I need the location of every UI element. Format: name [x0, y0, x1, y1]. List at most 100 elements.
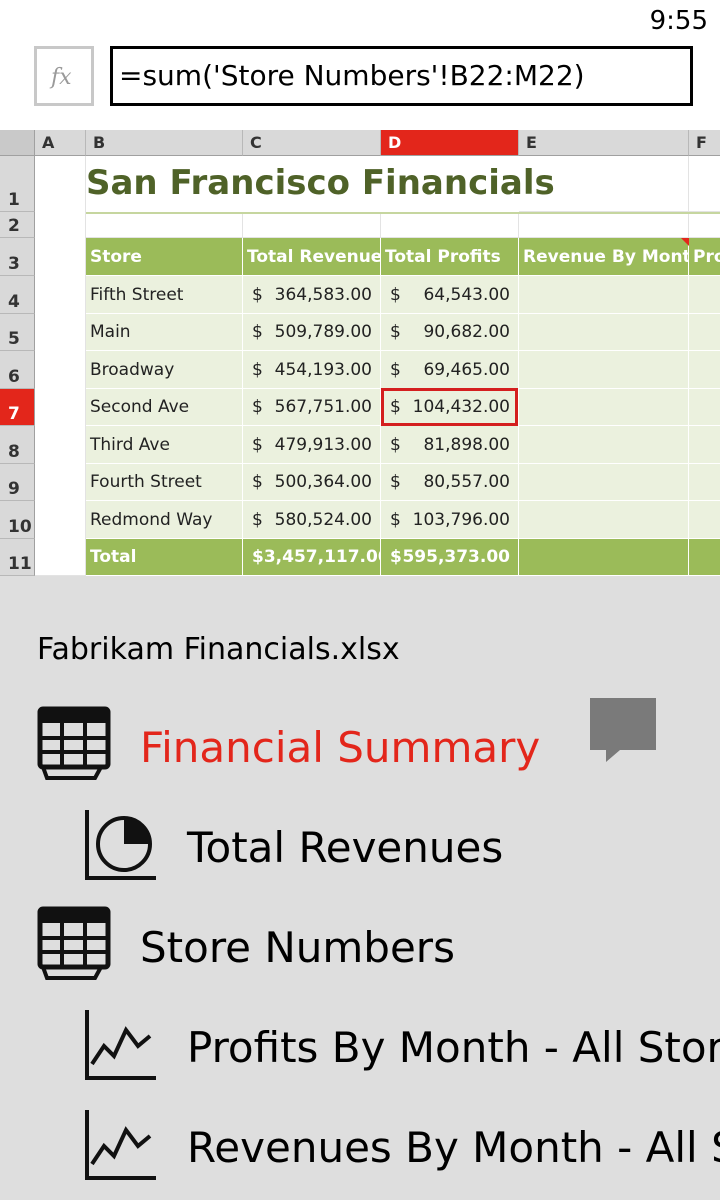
row-header-4[interactable]: 4	[0, 276, 35, 314]
profit-cell[interactable]: $80,557.00	[381, 464, 519, 501]
currency-symbol: $	[390, 434, 401, 455]
total-profit-cell[interactable]: $ 595,373.00	[381, 539, 519, 576]
currency-symbol: $	[390, 509, 401, 530]
profit-cell[interactable]: $104,432.00	[381, 389, 519, 426]
revenue-by-month-cell[interactable]	[519, 351, 689, 389]
profit-value: 81,898.00	[423, 434, 510, 455]
revenue-cell[interactable]: $509,789.00	[243, 314, 381, 351]
profit-cell[interactable]: $103,796.00	[381, 501, 519, 539]
store-name: Fifth Street	[90, 284, 184, 305]
nav-item-revenues-by-month[interactable]: Revenues By Month - All Stores	[0, 1102, 720, 1192]
line-chart-icon	[85, 1110, 156, 1180]
cell-b2[interactable]	[86, 212, 243, 238]
row-header-9[interactable]: 9	[0, 464, 35, 501]
column-header-b[interactable]: B	[86, 130, 243, 156]
cell-c2[interactable]	[243, 212, 381, 238]
total-label[interactable]: Total	[86, 539, 243, 576]
column-header-d[interactable]: D	[381, 130, 519, 156]
revenue-cell[interactable]: $479,913.00	[243, 426, 381, 464]
header-revenue-by-month[interactable]: Revenue By Month	[519, 238, 689, 276]
profits-by-month-cell[interactable]	[689, 389, 720, 426]
profit-cell[interactable]: $69,465.00	[381, 351, 519, 389]
profit-cell[interactable]: $81,898.00	[381, 426, 519, 464]
row-header-5[interactable]: 5	[0, 314, 35, 351]
profits-by-month-cell[interactable]	[689, 426, 720, 464]
revenue-cell[interactable]: $500,364.00	[243, 464, 381, 501]
revenue-by-month-cell[interactable]	[519, 276, 689, 314]
row-header-1[interactable]: 1	[0, 156, 35, 212]
header-store[interactable]: Store	[86, 238, 243, 276]
revenue-value: 479,913.00	[274, 434, 372, 455]
profits-by-month-cell[interactable]	[689, 351, 720, 389]
row-header-6[interactable]: 6	[0, 351, 35, 389]
revenue-by-month-cell[interactable]	[519, 314, 689, 351]
comment-indicator	[681, 238, 689, 246]
store-name: Second Ave	[90, 397, 190, 417]
revenue-cell[interactable]: $567,751.00	[243, 389, 381, 426]
nav-label: Financial Summary	[140, 722, 541, 772]
total-revenue-cell[interactable]: $ 3,457,117.00	[243, 539, 381, 576]
column-a-cells[interactable]	[35, 156, 86, 576]
header-total-revenues[interactable]: Total Revenues	[243, 238, 381, 276]
cell-d2[interactable]	[381, 212, 519, 238]
store-name-cell[interactable]: Main	[86, 314, 243, 351]
nav-label: Revenues By Month - All Stores	[187, 1122, 720, 1172]
column-header-e[interactable]: E	[519, 130, 689, 156]
column-header-c[interactable]: C	[243, 130, 381, 156]
profit-cell[interactable]: $64,543.00	[381, 276, 519, 314]
store-name-cell[interactable]: Broadway	[86, 351, 243, 389]
profit-value: 103,796.00	[412, 509, 510, 530]
column-header-f[interactable]: F	[689, 130, 720, 156]
currency-symbol: $	[252, 322, 263, 342]
currency-symbol: $	[390, 397, 401, 417]
row-header-7[interactable]: 7	[0, 389, 35, 426]
cell-e2[interactable]	[519, 212, 689, 238]
revenue-by-month-cell[interactable]	[519, 501, 689, 539]
cell-e11[interactable]	[519, 539, 689, 576]
store-name-cell[interactable]: Fourth Street	[86, 464, 243, 501]
pie-chart-icon	[85, 810, 156, 880]
profits-by-month-cell[interactable]	[689, 464, 720, 501]
nav-item-financial-summary[interactable]: Financial Summary	[0, 702, 720, 792]
function-button[interactable]: fx	[34, 46, 94, 106]
currency-symbol: $	[252, 397, 263, 417]
row-header-2[interactable]: 2	[0, 212, 35, 238]
clock: 9:55	[649, 6, 708, 36]
currency-symbol: $	[252, 472, 263, 492]
status-bar: 9:55	[0, 0, 720, 44]
revenue-by-month-cell[interactable]	[519, 389, 689, 426]
cell-f1[interactable]	[689, 156, 720, 212]
revenue-cell[interactable]: $454,193.00	[243, 351, 381, 389]
profits-by-month-cell[interactable]	[689, 276, 720, 314]
sheet-icon	[37, 706, 111, 780]
nav-item-profits-by-month[interactable]: Profits By Month - All Stores	[0, 1002, 720, 1092]
revenue-by-month-cell[interactable]	[519, 426, 689, 464]
header-profits-by-month[interactable]: Pro	[689, 238, 720, 276]
select-all-corner[interactable]	[0, 130, 35, 156]
line-chart-icon	[85, 1010, 156, 1080]
row-header-3[interactable]: 3	[0, 238, 35, 276]
profits-by-month-cell[interactable]	[689, 501, 720, 539]
store-name-cell[interactable]: Third Ave	[86, 426, 243, 464]
formula-input[interactable]: =sum('Store Numbers'!B22:M22)	[110, 46, 693, 106]
profits-by-month-cell[interactable]	[689, 314, 720, 351]
column-header-a[interactable]: A	[35, 130, 86, 156]
revenue-cell[interactable]: $580,524.00	[243, 501, 381, 539]
store-name-cell[interactable]: Redmond Way	[86, 501, 243, 539]
row-header-10[interactable]: 10	[0, 501, 35, 539]
revenue-value: 580,524.00	[274, 509, 372, 530]
cell-f11[interactable]	[689, 539, 720, 576]
nav-item-store-numbers[interactable]: Store Numbers	[0, 902, 720, 992]
store-name-cell[interactable]: Second Ave	[86, 389, 243, 426]
store-name-cell[interactable]: Fifth Street	[86, 276, 243, 314]
cell-f2[interactable]	[689, 212, 720, 238]
revenue-value: 500,364.00	[274, 472, 372, 492]
revenue-by-month-cell[interactable]	[519, 464, 689, 501]
nav-item-total-revenues[interactable]: Total Revenues	[0, 802, 720, 892]
nav-label: Total Revenues	[187, 822, 504, 872]
header-total-profits[interactable]: Total Profits	[381, 238, 519, 276]
profit-cell[interactable]: $90,682.00	[381, 314, 519, 351]
row-header-11[interactable]: 11	[0, 539, 35, 576]
row-header-8[interactable]: 8	[0, 426, 35, 464]
revenue-cell[interactable]: $364,583.00	[243, 276, 381, 314]
